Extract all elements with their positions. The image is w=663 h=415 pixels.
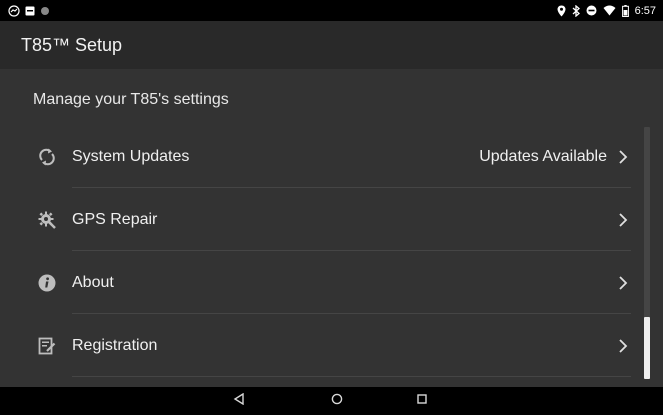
status-right: 6:57: [557, 4, 656, 17]
settings-item-label: Registration: [72, 336, 158, 354]
chevron-right-icon: [617, 149, 629, 165]
bluetooth-icon: [572, 4, 580, 17]
settings-item-gps-repair[interactable]: GPS Repair: [0, 188, 663, 251]
back-button[interactable]: [225, 387, 253, 415]
settings-item-label: System Updates: [72, 147, 190, 165]
section-header: Manage your T85's settings: [33, 91, 229, 108]
gear-wrench-icon: [37, 210, 57, 230]
status-left: [8, 4, 50, 17]
settings-item-label: GPS Repair: [72, 210, 158, 228]
wifi-icon: [603, 5, 616, 16]
settings-item-label: About: [72, 273, 114, 291]
battery-icon: [621, 4, 629, 17]
dot-notification-icon: [40, 6, 50, 16]
scrollbar-thumb[interactable]: [644, 317, 650, 379]
recents-icon: [416, 392, 428, 410]
settings-item-system-updates[interactable]: System Updates Updates Available: [0, 125, 663, 188]
divider: [72, 376, 631, 377]
do-not-disturb-icon: [586, 5, 597, 16]
home-icon: [331, 392, 343, 410]
navigation-bar: [0, 387, 663, 415]
app-toolbar: T85™ Setup: [0, 21, 663, 69]
status-time: 6:57: [634, 4, 656, 17]
recents-button[interactable]: [408, 387, 436, 415]
location-icon: [557, 5, 566, 17]
app-notification-icon: [8, 4, 20, 17]
scrollbar-track[interactable]: [644, 127, 650, 379]
settings-content: Manage your T85's settings System Update…: [0, 69, 663, 387]
chevron-right-icon: [617, 212, 629, 228]
sync-icon: [37, 147, 57, 167]
screen: 6:57 T85™ Setup Manage your T85's settin…: [0, 0, 663, 415]
settings-list: System Updates Updates Available GPS Rep…: [0, 125, 663, 377]
info-icon: [37, 273, 57, 293]
back-icon: [233, 392, 245, 410]
status-bar: 6:57: [0, 0, 663, 21]
settings-item-about[interactable]: About: [0, 251, 663, 314]
edit-document-icon: [37, 336, 57, 356]
home-button[interactable]: [323, 387, 351, 415]
chevron-right-icon: [617, 338, 629, 354]
page-title: T85™ Setup: [21, 34, 123, 55]
image-notification-icon: [25, 6, 35, 16]
settings-item-registration[interactable]: Registration: [0, 314, 663, 377]
updates-status-value: Updates Available: [479, 147, 607, 165]
chevron-right-icon: [617, 275, 629, 291]
